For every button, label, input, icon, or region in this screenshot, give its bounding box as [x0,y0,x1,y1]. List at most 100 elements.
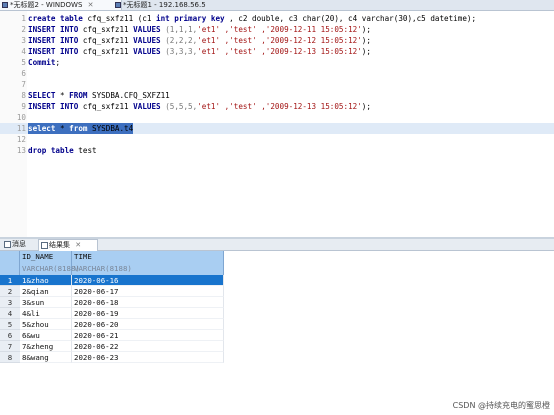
cell-id-name[interactable]: 2&qian [20,286,72,297]
code-text: SELECT * FROM SYSDBA.CFQ_SXFZ11 [28,90,170,101]
line-number: 1 [21,14,26,23]
code-text: Commit; [28,57,60,68]
line-number: 8 [21,91,26,100]
code-token: ; [55,58,61,67]
code-token: INSERT INTO [28,36,83,45]
row-number[interactable]: 5 [0,319,20,330]
code-line[interactable]: 4 INSERT INTO cfq_sxfz11 VALUES (3,3,3,'e… [0,46,554,57]
sql-editor[interactable]: 1 create table cfq_sxfz11 (c1 int primary… [0,11,554,237]
grid-icon [41,242,48,249]
column-type: VARCHAR(8188) [22,264,80,273]
cell-id-name[interactable]: 7&zheng [20,341,72,352]
code-token: SYSDBA.t4 [92,124,134,133]
cell-time[interactable]: 2020-06-16 [72,275,224,286]
sql-file-icon [115,2,121,8]
code-token: cfq_sxfz11 [82,47,134,56]
row-number[interactable]: 2 [0,286,20,297]
code-token: , c2 double, c3 char(20), c4 varchar(30)… [224,14,477,23]
cell-time[interactable]: 2020-06-19 [72,308,224,319]
cell-time[interactable]: 2020-06-21 [72,330,224,341]
column-header-id-name[interactable]: ID_NAME VARCHAR(8188) [20,251,80,275]
code-line[interactable]: 2 INSERT INTO cfq_sxfz11 VALUES (1,1,1,'e… [0,24,554,35]
cell-time[interactable]: 2020-06-17 [72,286,224,297]
row-number[interactable]: 6 [0,330,20,341]
code-text: create table cfq_sxfz11 (c1 int primary … [28,13,476,24]
code-line[interactable]: 6 [0,68,554,79]
row-number[interactable]: 7 [0,341,20,352]
code-token: * [60,91,70,100]
line-number: 4 [21,47,26,56]
tab-result-set[interactable]: 结果集 ✕ [38,239,98,251]
code-text: select * from SYSDBA.t4 [28,123,134,134]
line-number: 12 [16,135,26,144]
line-number: 6 [21,69,26,78]
tab-untitled-2[interactable]: *无标题2 - WINDOWS ✕ [0,0,122,10]
close-icon[interactable]: ✕ [75,241,81,249]
code-line[interactable]: 12 [0,134,554,145]
code-text: INSERT INTO cfq_sxfz11 VALUES (2,2,2,'et… [28,35,371,46]
line-number: 10 [16,113,26,122]
code-token: ); [361,102,371,111]
cell-id-name[interactable]: 8&wang [20,352,72,363]
code-token: cfq_sxfz11 [82,25,134,34]
code-token: 'et1' ,'test' ,'2009-12-12 15:05:12' [197,36,362,45]
line-number: 13 [16,146,26,155]
cell-time[interactable]: 2020-06-18 [72,297,224,308]
code-token: 'et1' ,'test' ,'2009-12-11 15:05:12' [197,25,362,34]
code-line[interactable]: 1 create table cfq_sxfz11 (c1 int primary… [0,13,554,24]
tab-untitled-1[interactable]: *无标题1 - 192.168.56.5 [113,0,253,10]
column-type: VARCHAR(8188) [74,264,132,273]
tab-label: *无标题1 - 192.168.56.5 [123,1,206,9]
line-number: 7 [21,80,26,89]
code-token: test [78,146,97,155]
code-line[interactable]: 8 SELECT * FROM SYSDBA.CFQ_SXFZ11 [0,90,554,101]
column-header-time[interactable]: TIME VARCHAR(8188) [72,251,224,275]
row-number[interactable]: 8 [0,352,20,363]
cell-time[interactable]: 2020-06-22 [72,341,224,352]
code-text: INSERT INTO cfq_sxfz11 VALUES (5,5,5,'et… [28,101,371,112]
line-number: 5 [21,58,26,67]
line-number: 2 [21,25,26,34]
cell-time[interactable]: 2020-06-23 [72,352,224,363]
code-token: 'et1' ,'test' ,'2009-12-13 15:05:12' [197,47,362,56]
code-line[interactable]: 7 [0,79,554,90]
cell-id-name[interactable]: 3&sun [20,297,72,308]
code-text: INSERT INTO cfq_sxfz11 VALUES (1,1,1,'et… [28,24,371,35]
code-text: drop table test [28,145,97,156]
line-number: 11 [16,124,26,133]
result-tab-bar: 消息 结果集 ✕ [0,239,554,251]
row-header-corner[interactable] [0,251,20,275]
cell-id-name[interactable]: 1&zhao [20,275,72,286]
code-token: 'et1' ,'test' ,'2009-12-13 15:05:12' [197,102,362,111]
row-number[interactable]: 3 [0,297,20,308]
code-token: int primary key [156,14,225,23]
code-token: cfq_sxfz11 [82,102,134,111]
code-token: ); [361,36,371,45]
cell-time[interactable]: 2020-06-20 [72,319,224,330]
code-token: VALUES [133,102,166,111]
code-token: SYSDBA.CFQ_SXFZ11 [92,91,170,100]
cell-id-name[interactable]: 4&li [20,308,72,319]
code-line[interactable]: 5 Commit; [0,57,554,68]
code-line[interactable]: 11 select * from SYSDBA.t4 [0,123,554,134]
code-token: ); [361,25,371,34]
code-text: INSERT INTO cfq_sxfz11 VALUES (3,3,3,'et… [28,46,371,57]
code-line[interactable]: 10 [0,112,554,123]
column-name: ID_NAME [22,252,54,261]
code-token: from [69,124,93,133]
code-line[interactable]: 13 drop table test [0,145,554,156]
code-line[interactable]: 9 INSERT INTO cfq_sxfz11 VALUES (5,5,5,'e… [0,101,554,112]
code-line[interactable]: 3 INSERT INTO cfq_sxfz11 VALUES (2,2,2,'e… [0,35,554,46]
code-token: create table [28,14,88,23]
close-icon[interactable]: ✕ [88,0,94,10]
code-token: cfq_sxfz11 (c1 [87,14,157,23]
line-number: 3 [21,36,26,45]
result-grid[interactable]: ID_NAME VARCHAR(8188) TIME VARCHAR(8188)… [0,251,554,415]
code-token: VALUES [133,36,166,45]
cell-id-name[interactable]: 6&wu [20,330,72,341]
cell-id-name[interactable]: 5&zhou [20,319,72,330]
row-number[interactable]: 1 [0,275,20,286]
row-number[interactable]: 4 [0,308,20,319]
code-token: SELECT [28,91,61,100]
code-token: FROM [69,91,93,100]
